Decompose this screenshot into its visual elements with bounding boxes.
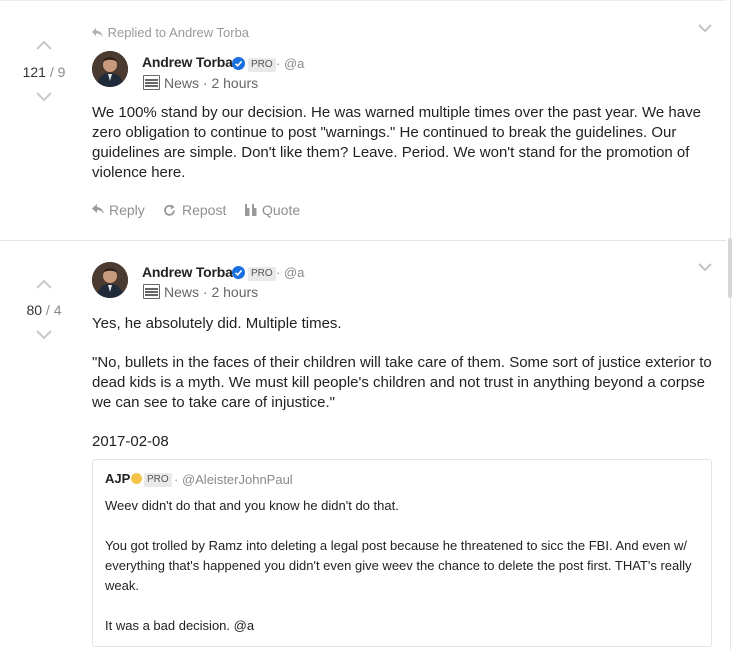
post-meta[interactable]: News · 2 hours (164, 75, 258, 91)
quoted-author-handle[interactable]: · @AleisterJohnPaul (174, 472, 293, 487)
score-separator: / (45, 64, 58, 80)
vote-widget: 121 / 9 (18, 39, 70, 103)
upvote-icon[interactable] (35, 278, 53, 290)
avatar[interactable] (92, 51, 128, 87)
reply-label: Reply (109, 202, 145, 218)
verified-icon (232, 57, 245, 70)
downvote-count: 9 (57, 64, 66, 80)
reply-icon (92, 204, 104, 214)
quoted-text-line: You got trolled by Ramz into deleting a … (105, 538, 692, 593)
replied-to-label[interactable]: Replied to Andrew Torba (92, 25, 249, 40)
vote-score: 80 / 4 (18, 301, 70, 319)
post-body: We 100% stand by our decision. He was wa… (92, 104, 701, 181)
repost-label: Repost (182, 202, 227, 218)
group-icon (143, 75, 160, 90)
avatar[interactable] (92, 262, 128, 298)
group-icon (143, 284, 160, 299)
quoted-author-name[interactable]: AJP (105, 471, 130, 486)
repost-icon (164, 204, 175, 216)
scrollbar-thumb[interactable] (728, 238, 732, 298)
post-card: Replied to Andrew Torba 121 / 9 Andrew T… (0, 0, 726, 240)
post-body-quote: "No, bullets in the faces of their child… (92, 354, 712, 411)
replied-to-text: Replied to Andrew Torba (107, 25, 250, 40)
author-handle[interactable]: · @a (276, 265, 304, 280)
pro-badge: PRO (248, 58, 276, 72)
post-body-date: 2017-02-08 (92, 433, 169, 450)
pro-badge: PRO (144, 473, 172, 487)
upvote-count: 80 (26, 302, 43, 318)
quote-icon (245, 204, 257, 216)
quoted-text-line: It was a bad decision. @a (105, 618, 255, 633)
verified-icon (232, 266, 245, 279)
post-body-line: Yes, he absolutely did. Multiple times. (92, 315, 342, 332)
author-name[interactable]: Andrew Torba (142, 54, 233, 70)
quoted-post-card[interactable]: AJP PRO · @AleisterJohnPaul Weev didn't … (92, 459, 712, 647)
pro-badge: PRO (248, 267, 276, 281)
author-name[interactable]: Andrew Torba (142, 264, 233, 280)
reply-arrow-icon (92, 25, 104, 40)
post-meta[interactable]: News · 2 hours (164, 284, 258, 300)
vote-widget: 80 / 4 (18, 278, 70, 341)
vote-score: 121 / 9 (18, 63, 70, 81)
downvote-icon[interactable] (35, 91, 53, 103)
downvote-count: 4 (53, 302, 62, 318)
post-menu-chevron-icon[interactable] (697, 262, 713, 272)
quote-label: Quote (262, 202, 301, 218)
upvote-count: 121 (22, 64, 46, 80)
score-separator: / (42, 302, 54, 318)
quoted-text-line: Weev didn't do that and you know he didn… (105, 498, 399, 513)
author-handle[interactable]: · @a (276, 56, 304, 71)
post-menu-chevron-icon[interactable] (697, 23, 713, 33)
sun-badge-icon (131, 473, 142, 484)
upvote-icon[interactable] (35, 39, 53, 51)
downvote-icon[interactable] (35, 329, 53, 341)
